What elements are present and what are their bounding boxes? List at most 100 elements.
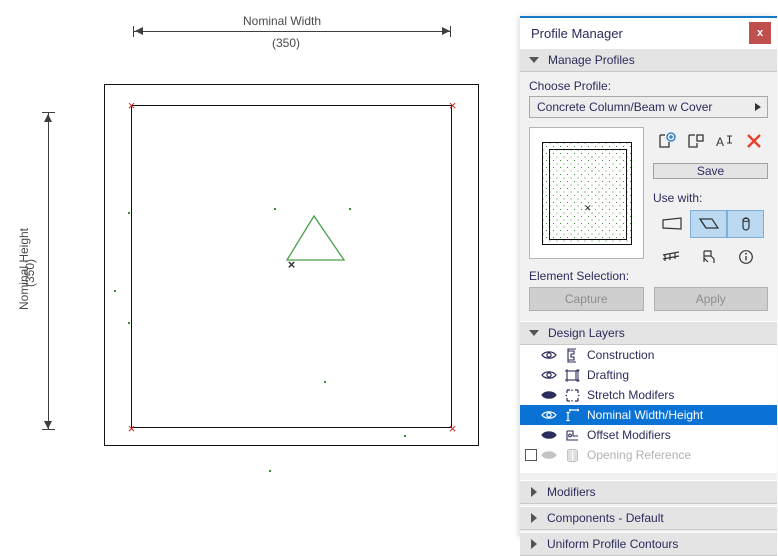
layer-name-label: Stretch Modifers bbox=[587, 388, 675, 402]
chevron-down-icon bbox=[529, 330, 539, 336]
nominal-dimensions-layer-icon bbox=[561, 408, 583, 423]
layer-name-label: Offset Modifiers bbox=[587, 428, 671, 442]
choose-profile-value: Concrete Column/Beam w Cover bbox=[537, 100, 713, 114]
design-layers-list[interactable]: Construction Drafting Stretch Modifers Nomi… bbox=[520, 345, 777, 473]
corner-handle-top-right[interactable]: × bbox=[447, 99, 458, 112]
railing-icon[interactable] bbox=[653, 243, 690, 271]
beam-icon[interactable] bbox=[690, 210, 727, 238]
layer-row[interactable]: Drafting bbox=[520, 365, 777, 385]
nominal-height-value: (350) bbox=[23, 258, 38, 288]
element-selection-buttons: Capture Apply bbox=[529, 287, 768, 311]
width-tick-left bbox=[133, 26, 134, 37]
section-label-design-layers: Design Layers bbox=[548, 326, 625, 340]
delete-profile-icon[interactable] bbox=[741, 129, 767, 153]
origin-point-marker[interactable]: × bbox=[286, 258, 297, 271]
panel-titlebar: Profile Manager x bbox=[520, 18, 777, 48]
eye-open-icon[interactable] bbox=[537, 369, 561, 381]
duplicate-profile-icon[interactable] bbox=[683, 129, 709, 153]
new-profile-icon[interactable] bbox=[654, 129, 680, 153]
preview-origin-marker: ✕ bbox=[584, 203, 592, 213]
wall-icon[interactable] bbox=[653, 210, 690, 238]
snap-dot bbox=[269, 470, 271, 472]
eye-closed-icon[interactable] bbox=[537, 429, 561, 441]
apply-button[interactable]: Apply bbox=[653, 287, 768, 311]
snap-dot bbox=[404, 435, 406, 437]
use-with-row-1 bbox=[653, 210, 768, 238]
layer-name-label: Construction bbox=[587, 348, 655, 362]
preview-cover-outline bbox=[549, 149, 627, 240]
snap-dot bbox=[128, 322, 130, 324]
width-arrow-right-icon bbox=[442, 27, 450, 35]
capture-button[interactable]: Capture bbox=[529, 287, 644, 311]
save-button[interactable]: Save bbox=[653, 163, 768, 179]
panel-title: Profile Manager bbox=[531, 25, 623, 41]
section-header-components-default[interactable]: Components - Default bbox=[520, 506, 777, 530]
drafting-layer-icon bbox=[561, 368, 583, 383]
eye-closed-icon[interactable] bbox=[537, 389, 561, 401]
section-header-uniform-profile-contours[interactable]: Uniform Profile Contours bbox=[520, 532, 777, 556]
element-selection-label: Element Selection: bbox=[529, 269, 630, 283]
section-label-uniform-profile-contours: Uniform Profile Contours bbox=[547, 537, 679, 551]
collapsed-sections: Modifiers Components - Default Uniform P… bbox=[520, 480, 777, 556]
profile-tools-row: A bbox=[653, 129, 768, 153]
object-icon[interactable] bbox=[690, 243, 727, 271]
section-label-manage-profiles: Manage Profiles bbox=[548, 53, 635, 67]
design-layers-section: Design Layers Construction Drafting Stretc… bbox=[520, 321, 777, 473]
svg-text:A: A bbox=[716, 135, 724, 149]
layer-row[interactable]: Stretch Modifers bbox=[520, 385, 777, 405]
snap-dot bbox=[128, 212, 130, 214]
layer-row[interactable]: Nominal Width/Height bbox=[520, 405, 777, 425]
profile-tools-column: A Save Use with: bbox=[653, 127, 768, 264]
chevron-right-icon bbox=[531, 487, 537, 497]
construction-layer-icon bbox=[561, 347, 583, 363]
rename-profile-icon[interactable]: A bbox=[712, 129, 738, 153]
height-tick-top bbox=[42, 112, 55, 113]
nominal-width-label: Nominal Width bbox=[243, 14, 322, 28]
corner-handle-top-left[interactable]: × bbox=[126, 99, 137, 112]
column-icon[interactable] bbox=[727, 210, 764, 238]
opening-reference-layer-icon bbox=[561, 448, 583, 463]
layer-row[interactable]: Construction bbox=[520, 345, 777, 365]
profile-manager-panel: Profile Manager x Manage Profiles Choose… bbox=[520, 16, 777, 556]
choose-profile-label: Choose Profile: bbox=[529, 79, 612, 93]
layer-row[interactable]: Opening Reference bbox=[520, 445, 777, 465]
width-tick-right bbox=[450, 26, 451, 37]
close-icon[interactable]: x bbox=[749, 22, 771, 44]
section-header-manage-profiles[interactable]: Manage Profiles bbox=[520, 48, 777, 72]
layer-row[interactable]: Offset Modifiers bbox=[520, 425, 777, 445]
use-with-label: Use with: bbox=[653, 191, 703, 205]
use-with-row-2 bbox=[653, 243, 768, 271]
layer-name-label: Opening Reference bbox=[587, 448, 692, 462]
section-header-design-layers[interactable]: Design Layers bbox=[520, 321, 777, 345]
corner-handle-bottom-left[interactable]: × bbox=[126, 422, 137, 435]
eye-open-icon[interactable] bbox=[537, 349, 561, 361]
eye-closed-icon[interactable] bbox=[537, 449, 561, 461]
corner-handle-bottom-right[interactable]: × bbox=[447, 422, 458, 435]
info-icon[interactable] bbox=[727, 243, 764, 271]
nominal-width-value: (350) bbox=[272, 36, 301, 50]
section-label-components-default: Components - Default bbox=[547, 511, 664, 525]
section-header-modifiers[interactable]: Modifiers bbox=[520, 480, 777, 504]
offset-modifiers-layer-icon bbox=[561, 428, 583, 443]
section-label-modifiers: Modifiers bbox=[547, 485, 596, 499]
eye-open-icon[interactable] bbox=[537, 409, 561, 421]
height-tick-bottom bbox=[42, 429, 55, 430]
chevron-right-icon bbox=[531, 539, 537, 549]
snap-dot bbox=[274, 208, 276, 210]
profile-preview-shape: ✕ bbox=[542, 142, 632, 245]
height-dimension-line bbox=[48, 112, 49, 429]
layer-visibility-checkbox[interactable] bbox=[525, 449, 537, 461]
height-arrow-down-icon bbox=[44, 421, 52, 429]
height-arrow-up-icon bbox=[44, 114, 52, 122]
width-arrow-left-icon bbox=[135, 27, 143, 35]
snap-dot bbox=[324, 381, 326, 383]
profile-preview-box[interactable]: ✕ bbox=[529, 127, 644, 259]
profile-preview-row: ✕ A Save Use with: bbox=[529, 127, 768, 264]
snap-dot bbox=[114, 290, 116, 292]
chevron-right-icon bbox=[755, 103, 761, 111]
chevron-down-icon bbox=[529, 57, 539, 63]
choose-profile-dropdown[interactable]: Concrete Column/Beam w Cover bbox=[529, 96, 768, 118]
chevron-right-icon bbox=[531, 513, 537, 523]
profile-drawing-canvas[interactable]: Nominal Width (350) Nominal Height (350)… bbox=[0, 0, 519, 538]
layer-name-label: Drafting bbox=[587, 368, 630, 382]
